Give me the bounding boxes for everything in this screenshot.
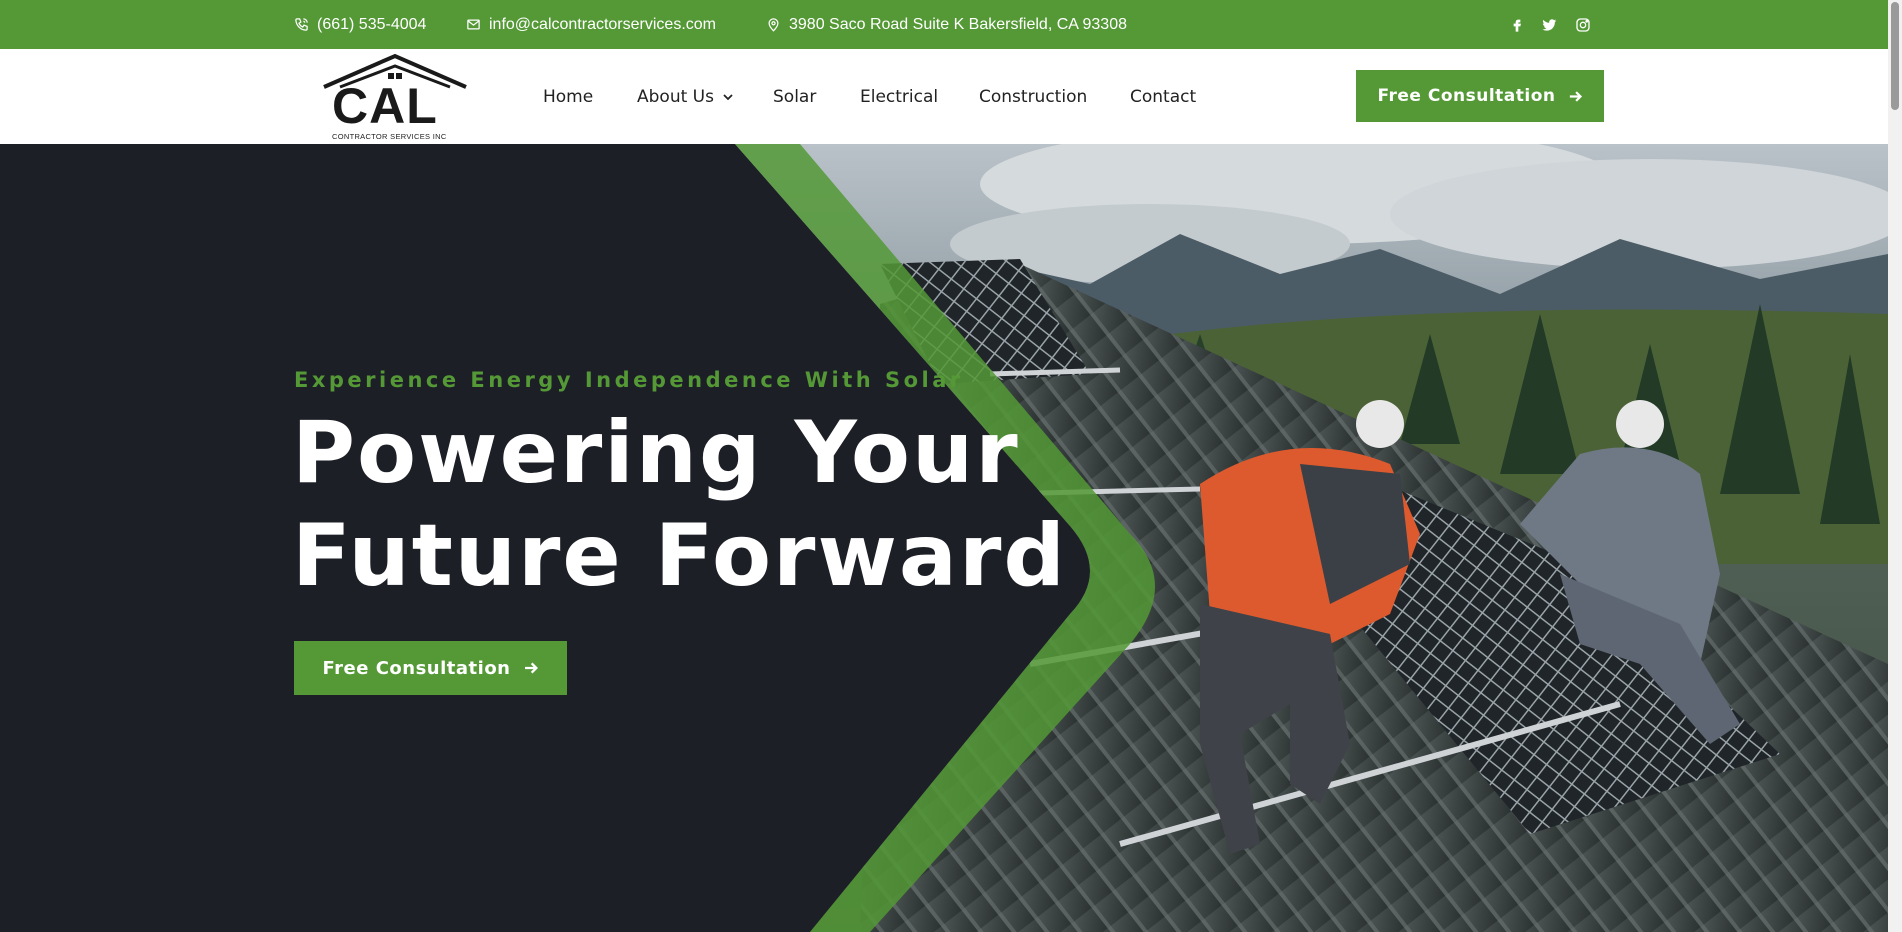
email-contact[interactable]: info@calcontractorservices.com: [466, 0, 716, 49]
phone-contact[interactable]: (661) 535-4004: [294, 0, 426, 49]
headline-line-1: Powering Your: [292, 403, 1020, 503]
nav-contact[interactable]: Contact: [1130, 49, 1196, 144]
nav-label: Solar: [773, 86, 817, 107]
envelope-icon: [467, 19, 480, 30]
button-label: Free Consultation: [1377, 86, 1556, 106]
phone-number[interactable]: (661) 535-4004: [317, 16, 426, 34]
phone-icon: [295, 18, 308, 31]
nav-about-us[interactable]: About Us: [637, 49, 734, 144]
twitter-icon: [1542, 18, 1557, 31]
hero-tagline: Experience Energy Independence With Sola…: [294, 368, 964, 392]
facebook-icon: [1513, 19, 1521, 32]
nav-electrical[interactable]: Electrical: [860, 49, 938, 144]
logo-text: CAL: [332, 78, 438, 134]
instagram-icon: [1576, 17, 1590, 32]
logo-subtitle: CONTRACTOR SERVICES INC: [332, 132, 447, 141]
nav-label: About Us: [637, 86, 714, 107]
top-bar: (661) 535-4004 info@calcontractorservice…: [0, 0, 1888, 49]
hero-free-consultation-button[interactable]: Free Consultation: [294, 641, 567, 695]
address-contact[interactable]: 3980 Saco Road Suite K Bakersfield, CA 9…: [766, 0, 1127, 49]
hero-section: Experience Energy Independence With Sola…: [0, 144, 1888, 932]
nav-label: Electrical: [860, 86, 939, 107]
button-label: Free Consultation: [322, 657, 511, 679]
page-scrollbar[interactable]: [1888, 0, 1902, 932]
nav-label: Construction: [979, 86, 1088, 107]
map-pin-icon: [768, 18, 779, 32]
nav-solar[interactable]: Solar: [773, 49, 816, 144]
free-consultation-button[interactable]: Free Consultation: [1356, 70, 1604, 122]
headline-line-2: Future Forward: [292, 506, 1067, 606]
nav-home[interactable]: Home: [543, 49, 593, 144]
site-header: CAL CONTRACTOR SERVICES INC Home About U…: [0, 49, 1888, 144]
scrollbar-thumb[interactable]: [1891, 2, 1899, 110]
nav-construction[interactable]: Construction: [979, 49, 1087, 144]
facebook-link[interactable]: [1509, 0, 1525, 49]
address-text[interactable]: 3980 Saco Road Suite K Bakersfield, CA 9…: [789, 16, 1127, 34]
twitter-link[interactable]: [1541, 0, 1557, 49]
logo[interactable]: CAL CONTRACTOR SERVICES INC: [320, 53, 470, 141]
email-address[interactable]: info@calcontractorservices.com: [489, 16, 716, 34]
nav-label: Contact: [1130, 86, 1197, 107]
arrow-right-icon: [1569, 90, 1582, 102]
hero-headline: Powering Your Future Forward: [292, 402, 1067, 608]
arrow-right-icon: [524, 662, 538, 674]
instagram-link[interactable]: [1575, 0, 1591, 49]
chevron-down-icon: [723, 93, 733, 100]
nav-label: Home: [543, 86, 594, 107]
